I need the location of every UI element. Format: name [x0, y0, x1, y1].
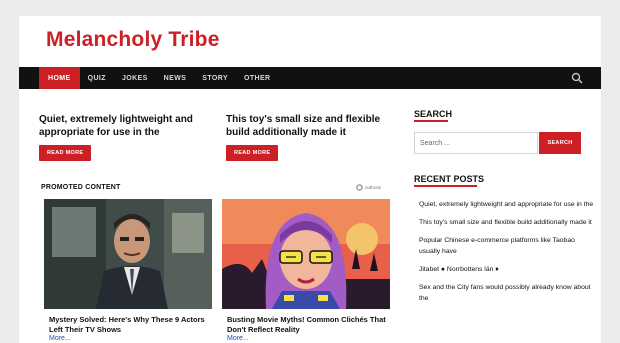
card-title[interactable]: Busting Movie Myths! Common Clichés That… [227, 315, 387, 334]
search-widget-title: SEARCH [414, 109, 453, 119]
search-icon[interactable] [571, 72, 583, 84]
outbrain-logo[interactable]: outbrain [356, 184, 381, 191]
outbrain-icon [356, 184, 363, 191]
nav-item-story[interactable]: STORY [194, 67, 236, 89]
recent-post-link[interactable]: Quiet, extremely lightweight and appropr… [419, 199, 594, 210]
card-image-movie-illustration[interactable] [222, 199, 390, 309]
recent-post-link[interactable]: Jitabet ● Norrbottens län ♦ [419, 264, 594, 275]
promoted-content-heading: PROMOTED CONTENT [41, 184, 121, 191]
card-more-link[interactable]: More... [49, 335, 71, 342]
post-title[interactable]: This toy's small size and flexible build… [226, 113, 401, 139]
read-more-button[interactable]: READ MORE [39, 145, 92, 161]
search-input[interactable]: Search ... [414, 132, 538, 154]
title-underline [414, 120, 448, 122]
recent-post-link[interactable]: This toy's small size and flexible build… [419, 217, 594, 228]
card-more-link[interactable]: More... [227, 335, 249, 342]
outbrain-label: outbrain [365, 185, 382, 190]
card-title[interactable]: Mystery Solved: Here's Why These 9 Actor… [49, 315, 209, 334]
promoted-card[interactable]: Busting Movie Myths! Common Clichés That… [222, 199, 390, 342]
nav-item-other[interactable]: OTHER [236, 67, 279, 89]
nav-item-home[interactable]: HOME [39, 67, 80, 89]
search-button[interactable]: SEARCH [539, 132, 581, 154]
recent-post-link[interactable]: Sex and the City fans would possibly alr… [419, 282, 594, 304]
main-navigation: HOME QUIZ JOKES NEWS STORY OTHER [19, 67, 601, 89]
recent-posts-list: Quiet, extremely lightweight and appropr… [419, 199, 594, 311]
post-title[interactable]: Quiet, extremely lightweight and appropr… [39, 113, 199, 139]
title-underline [414, 185, 477, 187]
nav-item-jokes[interactable]: JOKES [114, 67, 156, 89]
read-more-button[interactable]: READ MORE [226, 145, 279, 161]
recent-post-link[interactable]: Popular Chinese e-commerce platforms lik… [419, 235, 594, 257]
nav-item-quiz[interactable]: QUIZ [80, 67, 114, 89]
promoted-card[interactable]: Mystery Solved: Here's Why These 9 Actor… [44, 199, 212, 342]
site-title[interactable]: Melancholy Tribe [46, 28, 220, 52]
page: Melancholy Tribe HOME QUIZ JOKES NEWS ST… [19, 16, 601, 343]
card-image-office-actor[interactable] [44, 199, 212, 309]
recent-posts-title: RECENT POSTS [414, 174, 485, 184]
nav-item-news[interactable]: NEWS [156, 67, 195, 89]
